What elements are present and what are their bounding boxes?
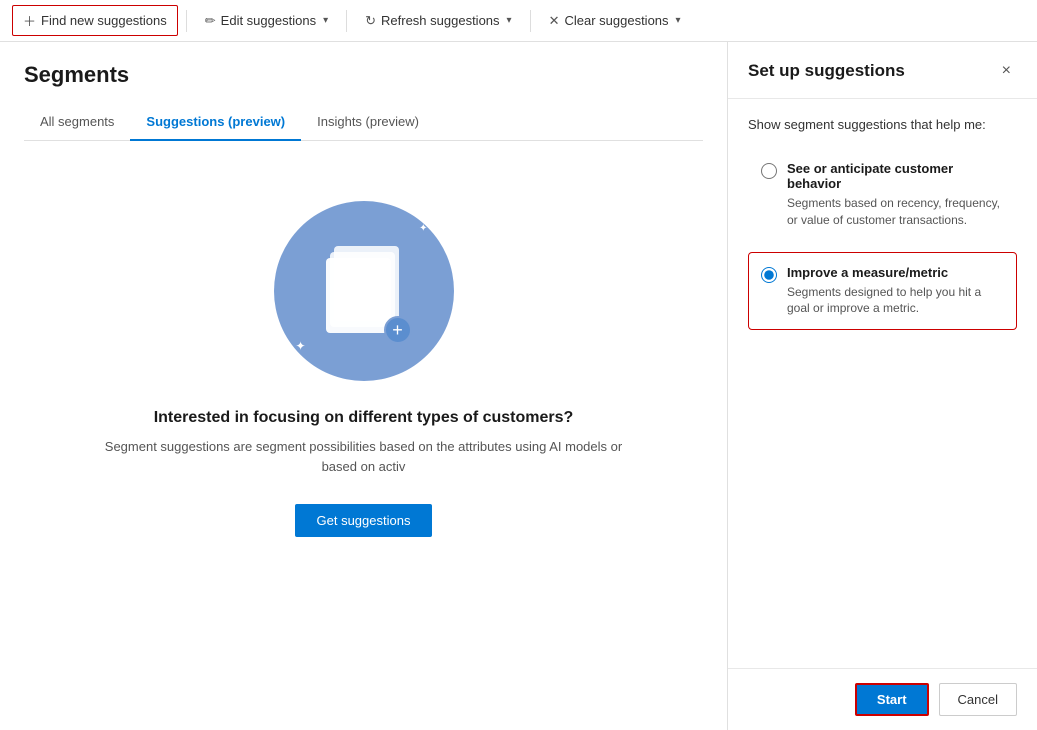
content-description: Segment suggestions are segment possibil… (104, 437, 624, 476)
radio-option-metric[interactable]: Improve a measure/metric Segments design… (748, 252, 1017, 331)
edit-suggestions-button[interactable]: ✏ Edit suggestions ▾ (195, 8, 338, 34)
clear-suggestions-button[interactable]: ✕ Clear suggestions ▾ (539, 8, 691, 34)
edit-icon: ✏ (205, 13, 216, 29)
right-panel-body: Show segment suggestions that help me: S… (728, 99, 1037, 668)
tab-all-segments[interactable]: All segments (24, 104, 130, 141)
close-panel-button[interactable]: × (996, 60, 1017, 82)
toolbar-separator-1 (186, 10, 187, 32)
toolbar-separator-3 (530, 10, 531, 32)
pages-stack: + (324, 246, 404, 336)
content-heading: Interested in focusing on different type… (154, 409, 574, 427)
toolbar-separator-2 (346, 10, 347, 32)
illustration-circle: + ✦ ✦ (274, 201, 454, 381)
radio-behavior-desc: Segments based on recency, frequency, or… (787, 195, 1004, 229)
clear-chevron-icon: ▾ (676, 15, 681, 26)
refresh-chevron-icon: ▾ (507, 15, 512, 26)
radio-metric-label: Improve a measure/metric (787, 265, 1004, 280)
sparkle-bottom-right-icon: ✦ (428, 352, 436, 363)
page-card-3 (326, 258, 391, 333)
radio-metric-desc: Segments designed to help you hit a goal… (787, 284, 1004, 318)
page-title: Segments (24, 62, 703, 88)
panel-subtitle: Show segment suggestions that help me: (748, 117, 1017, 132)
start-button[interactable]: Start (855, 683, 929, 716)
content-area: + ✦ ✦ Interested in focusing on differen… (0, 141, 727, 577)
right-panel: Set up suggestions × Show segment sugges… (727, 42, 1037, 730)
get-suggestions-button[interactable]: Get suggestions (295, 504, 433, 537)
refresh-icon: ↻ (365, 13, 376, 29)
tab-insights-preview[interactable]: Insights (preview) (301, 104, 435, 141)
radio-option-behavior[interactable]: See or anticipate customer behavior Segm… (748, 148, 1017, 242)
page-header: Segments All segments Suggestions (previ… (0, 42, 727, 141)
find-new-suggestions-button[interactable]: ＋ Find new suggestions (12, 5, 178, 36)
right-panel-header: Set up suggestions × (728, 42, 1037, 99)
left-panel: Segments All segments Suggestions (previ… (0, 42, 727, 730)
right-panel-title: Set up suggestions (748, 61, 905, 81)
tabs: All segments Suggestions (preview) Insig… (24, 104, 703, 141)
radio-metric-input[interactable] (761, 267, 777, 283)
find-new-label: Find new suggestions (41, 13, 167, 28)
tab-suggestions-preview[interactable]: Suggestions (preview) (130, 104, 301, 141)
right-panel-footer: Start Cancel (728, 668, 1037, 730)
edit-chevron-icon: ▾ (323, 15, 328, 26)
radio-behavior-label: See or anticipate customer behavior (787, 161, 1004, 191)
clear-label: Clear suggestions (564, 13, 668, 28)
radio-metric-content: Improve a measure/metric Segments design… (787, 265, 1004, 318)
plus-icon: ＋ (23, 11, 36, 30)
sparkle-bottom-left-icon: ✦ (296, 339, 306, 353)
main-layout: Segments All segments Suggestions (previ… (0, 42, 1037, 730)
refresh-suggestions-button[interactable]: ↻ Refresh suggestions ▾ (355, 8, 521, 34)
edit-label: Edit suggestions (221, 13, 316, 28)
clear-icon: ✕ (549, 13, 560, 29)
radio-behavior-content: See or anticipate customer behavior Segm… (787, 161, 1004, 229)
toolbar: ＋ Find new suggestions ✏ Edit suggestion… (0, 0, 1037, 42)
plus-badge-icon: + (384, 316, 412, 344)
radio-behavior-input[interactable] (761, 163, 777, 179)
cancel-button[interactable]: Cancel (939, 683, 1017, 716)
content-description-text: Segment suggestions are segment possibil… (105, 439, 622, 474)
refresh-label: Refresh suggestions (381, 13, 500, 28)
